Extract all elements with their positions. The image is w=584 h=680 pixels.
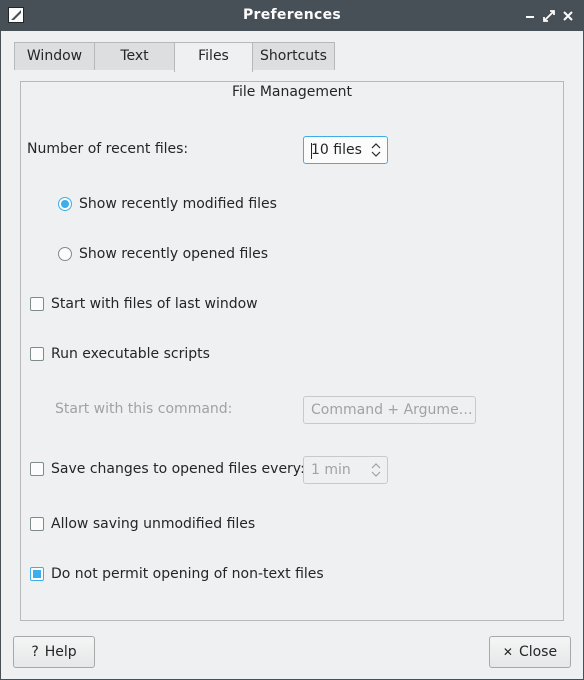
radio-recently-opened[interactable] xyxy=(58,247,72,261)
checkbox-no-nontext-files[interactable] xyxy=(30,567,44,581)
recent-files-spinbox[interactable]: 10 files xyxy=(303,136,388,164)
tab-text[interactable]: Text xyxy=(94,42,175,70)
preferences-window: Preferences Window Text Files Shortcuts … xyxy=(0,0,584,680)
close-icon: ✕ xyxy=(502,645,513,659)
save-unmodified-label: Allow saving unmodified files xyxy=(51,516,256,532)
help-button[interactable]: ? Help xyxy=(13,636,95,668)
group-title: File Management xyxy=(231,84,353,100)
command-input[interactable]: Command + Argume… xyxy=(303,396,476,424)
close-window-icon[interactable] xyxy=(560,8,576,24)
help-icon: ? xyxy=(31,644,39,660)
help-button-label: Help xyxy=(44,644,77,660)
autosave-label: Save changes to opened files every: xyxy=(51,461,305,477)
command-label: Start with this command: xyxy=(55,401,233,417)
radio-recently-modified-label: Show recently modified files xyxy=(79,196,277,212)
checkbox-run-scripts[interactable] xyxy=(30,347,44,361)
checkbox-autosave[interactable] xyxy=(30,462,44,476)
checkbox-save-unmodified[interactable] xyxy=(30,517,44,531)
tab-files[interactable]: Files xyxy=(174,42,253,72)
radio-recently-modified[interactable] xyxy=(58,197,72,211)
tab-shortcuts[interactable]: Shortcuts xyxy=(252,42,335,70)
spin-arrows-icon[interactable] xyxy=(371,140,381,160)
maximize-icon[interactable] xyxy=(541,8,557,24)
minimize-icon[interactable] xyxy=(522,8,538,24)
close-button[interactable]: ✕ Close xyxy=(489,636,571,668)
close-button-label: Close xyxy=(518,644,558,660)
start-last-window-label: Start with files of last window xyxy=(51,296,258,312)
run-scripts-label: Run executable scripts xyxy=(51,346,210,362)
autosave-interval-spinbox[interactable]: 1 min xyxy=(303,456,388,484)
recent-files-value: 10 files xyxy=(311,142,362,158)
checkbox-start-last-window[interactable] xyxy=(30,297,44,311)
tab-window[interactable]: Window xyxy=(14,42,95,70)
title-bar[interactable]: Preferences xyxy=(1,1,583,31)
autosave-interval-value: 1 min xyxy=(311,462,351,478)
window-title: Preferences xyxy=(242,7,342,23)
no-nontext-files-label: Do not permit opening of non-text files xyxy=(51,566,324,582)
radio-recently-opened-label: Show recently opened files xyxy=(79,246,269,262)
spin-arrows-icon[interactable] xyxy=(371,460,381,480)
file-management-group: File Management Number of recent files: … xyxy=(20,81,564,621)
recent-files-label: Number of recent files: xyxy=(27,141,189,157)
text-caret xyxy=(311,143,312,159)
